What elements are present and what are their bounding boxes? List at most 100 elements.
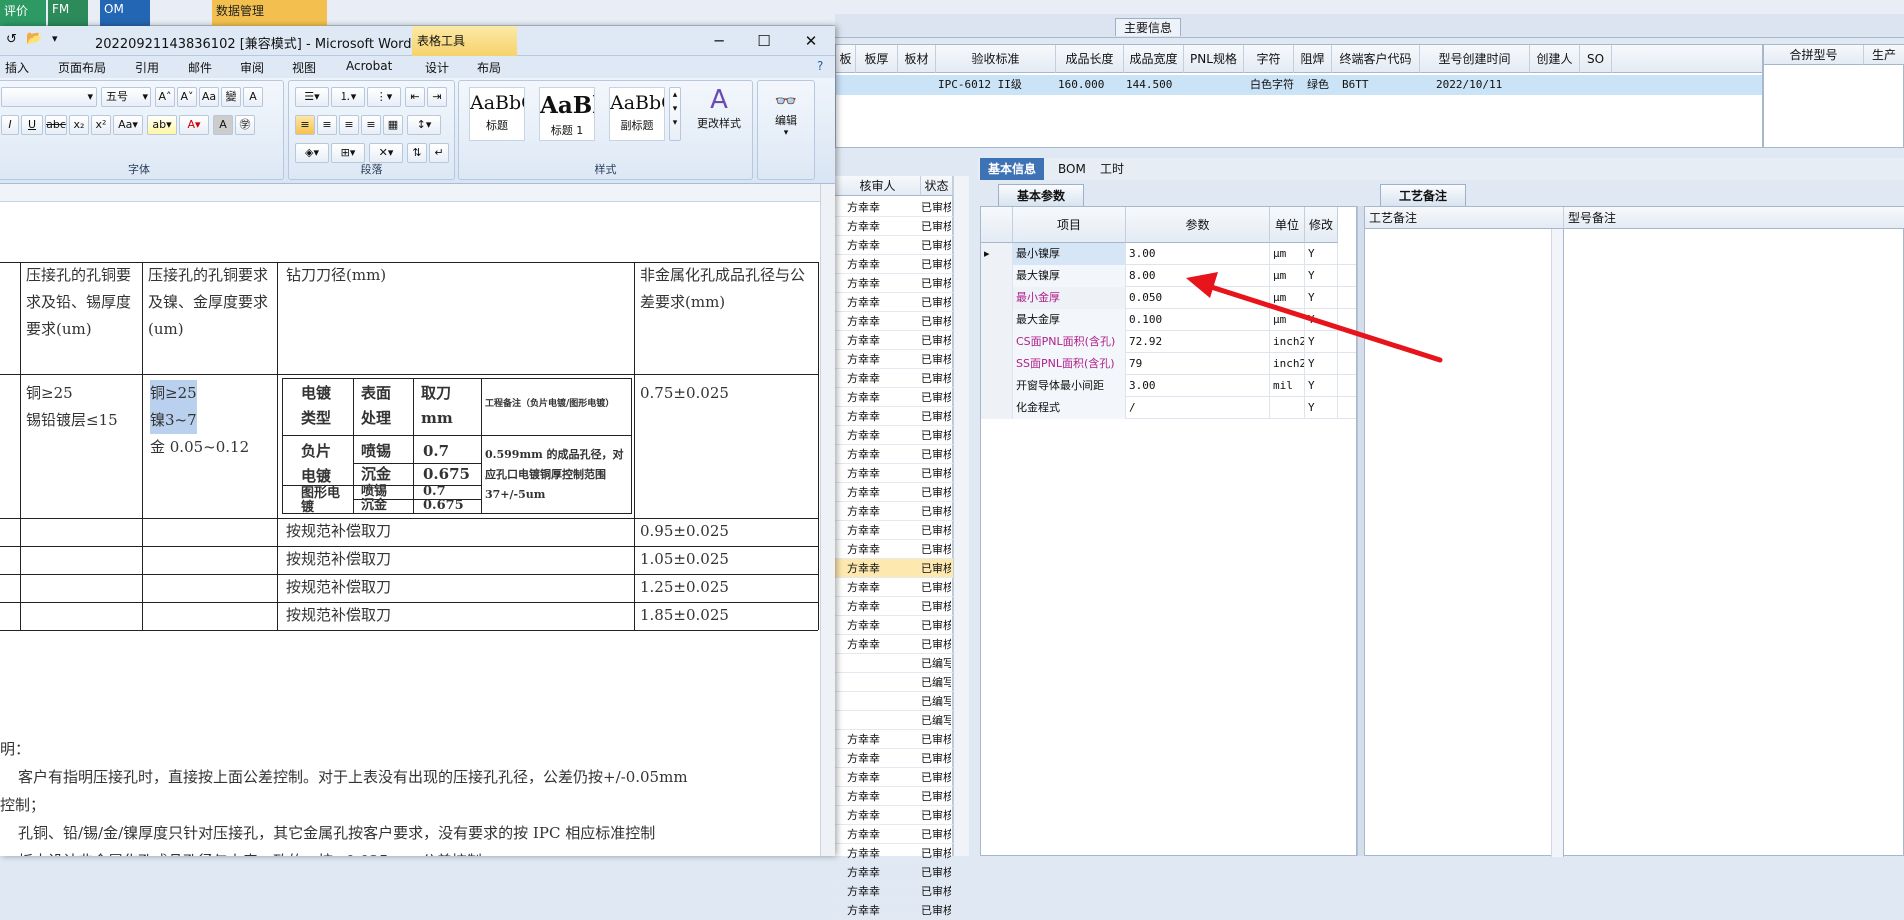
- combined-model-grid[interactable]: 合拼型号 生产: [1763, 44, 1904, 148]
- reviewer-row[interactable]: 方幸幸 已审核: [835, 274, 953, 293]
- col-header[interactable]: 字符: [1244, 45, 1294, 73]
- param-item[interactable]: 最大金厚: [1013, 309, 1126, 331]
- param-value[interactable]: 3.00: [1126, 243, 1270, 265]
- reviewer-row[interactable]: 已编写: [835, 673, 953, 692]
- param-value[interactable]: 0.100: [1126, 309, 1270, 331]
- minimize-icon[interactable]: ─: [705, 30, 733, 52]
- word-titlebar[interactable]: ↺ 📂 ▾ 20220921143836102 [兼容模式] - Microso…: [0, 26, 835, 56]
- param-row[interactable]: ▸ 最小镍厚 3.00 μm Y: [981, 243, 1356, 265]
- reviewer-row[interactable]: 方幸幸 已审核: [835, 730, 953, 749]
- reviewer-row[interactable]: 方幸幸 已审核: [835, 616, 953, 635]
- param-mod[interactable]: Y: [1305, 331, 1338, 353]
- row-header[interactable]: [981, 331, 1013, 353]
- style-subtitle[interactable]: AaBbC 副标题: [609, 87, 665, 141]
- highlight-icon[interactable]: ab▾: [147, 115, 177, 135]
- col-header[interactable]: SO: [1580, 45, 1612, 73]
- tab-work-hours[interactable]: 工时: [1092, 158, 1132, 180]
- cell-ni[interactable]: 镍3~7: [150, 407, 197, 434]
- reviewer-row[interactable]: 方幸幸 已审核: [835, 901, 953, 920]
- main-info-grid[interactable]: 板 板厚 板材 验收标准 成品长度 成品宽度 PNL规格 字符 阻焊 终端客户代…: [835, 44, 1763, 148]
- param-value[interactable]: 8.00: [1126, 265, 1270, 287]
- param-unit[interactable]: [1270, 397, 1305, 419]
- reviewer-row[interactable]: 方幸幸 已审核: [835, 749, 953, 768]
- col-header[interactable]: 修改: [1305, 207, 1338, 243]
- reviewer-row[interactable]: 方幸幸 已审核: [835, 407, 953, 426]
- reviewer-row[interactable]: 已编写: [835, 692, 953, 711]
- reviewer-row[interactable]: 方幸幸 已审核: [835, 787, 953, 806]
- justify-icon[interactable]: ≡: [361, 115, 381, 135]
- styles-scroll[interactable]: ▴ ▾ ▾: [669, 87, 681, 141]
- col-header[interactable]: 工艺备注: [1365, 207, 1564, 229]
- reviewer-row[interactable]: 方幸幸 已审核: [835, 255, 953, 274]
- tab-layout[interactable]: 布局: [477, 59, 501, 76]
- reviewer-row[interactable]: 方幸幸 已审核: [835, 844, 953, 863]
- param-unit[interactable]: μm: [1270, 287, 1305, 309]
- tab-acrobat[interactable]: Acrobat: [346, 59, 392, 73]
- close-icon[interactable]: ✕: [797, 30, 825, 52]
- document-scrollbar[interactable]: [820, 184, 835, 856]
- reviewer-row[interactable]: 方幸幸 已审核: [835, 293, 953, 312]
- cell-soldermask[interactable]: 绿色: [1307, 75, 1329, 95]
- reviewer-row[interactable]: 方幸幸 已审核: [835, 198, 953, 217]
- tab-references[interactable]: 引用: [135, 59, 159, 76]
- toolbar-icon-fm[interactable]: FM: [48, 0, 88, 26]
- cell-width[interactable]: 144.500: [1126, 75, 1172, 95]
- reviewer-row[interactable]: 方幸幸 已审核: [835, 236, 953, 255]
- param-unit[interactable]: μm: [1270, 265, 1305, 287]
- word-window[interactable]: ↺ 📂 ▾ 20220921143836102 [兼容模式] - Microso…: [0, 26, 835, 856]
- help-icon[interactable]: ?: [817, 59, 823, 73]
- param-row[interactable]: 最小金厚 0.050 μm Y: [981, 287, 1356, 309]
- strikethrough-icon[interactable]: abc: [45, 115, 67, 135]
- col-header[interactable]: 验收标准: [936, 45, 1056, 73]
- col-header[interactable]: 项目: [1013, 207, 1126, 243]
- italic-icon[interactable]: I: [1, 115, 19, 135]
- tab-design[interactable]: 设计: [425, 59, 449, 76]
- param-mod[interactable]: Y: [1305, 243, 1338, 265]
- col-header[interactable]: 板: [836, 45, 856, 73]
- reviewer-row[interactable]: 已编写: [835, 654, 953, 673]
- col-header[interactable]: 阻焊: [1294, 45, 1332, 73]
- param-mod[interactable]: Y: [1305, 397, 1338, 419]
- clear-format-icon[interactable]: Aa: [199, 87, 219, 107]
- param-mod[interactable]: Y: [1305, 375, 1338, 397]
- reviewer-row[interactable]: 方幸幸 已审核: [835, 559, 953, 578]
- chinese-layout-icon[interactable]: ✕▾: [369, 143, 403, 163]
- reviewer-row[interactable]: 方幸幸 已审核: [835, 388, 953, 407]
- tab-basic-info[interactable]: 基本信息: [980, 158, 1045, 180]
- reviewer-scrollbar[interactable]: [953, 176, 969, 856]
- params-grid[interactable]: 项目 参数 单位 修改 ▸ 最小镍厚 3.00 μm Y 最大镍厚 8.00 μm Y 最小金厚 0…: [980, 206, 1357, 856]
- param-item[interactable]: SS面PNL面积(含孔): [1013, 353, 1126, 375]
- param-row[interactable]: CS面PNL面积(含孔) 72.92 inch2 Y: [981, 331, 1356, 353]
- superscript-icon[interactable]: x²: [91, 115, 111, 135]
- reviewer-row[interactable]: 方幸幸 已审核: [835, 635, 953, 654]
- char-border-icon[interactable]: A: [243, 87, 263, 107]
- row-header[interactable]: [981, 375, 1013, 397]
- quick-access-dropdown-icon[interactable]: ▾: [52, 32, 58, 45]
- param-unit[interactable]: μm: [1270, 243, 1305, 265]
- line-spacing-icon[interactable]: ↕▾: [407, 115, 441, 135]
- style-heading1[interactable]: AaBl 标题 1: [539, 87, 595, 141]
- reviewer-row[interactable]: 方幸幸 已审核: [835, 312, 953, 331]
- param-unit[interactable]: inch2: [1270, 331, 1305, 353]
- param-item[interactable]: 开窗导体最小间距: [1013, 375, 1126, 397]
- param-mod[interactable]: Y: [1305, 309, 1338, 331]
- param-row[interactable]: 化金程式 / Y: [981, 397, 1356, 419]
- col-header[interactable]: 参数: [1126, 207, 1270, 243]
- param-value[interactable]: 0.050: [1126, 287, 1270, 309]
- col-header[interactable]: PNL规格: [1184, 45, 1244, 73]
- param-item[interactable]: 最大镍厚: [1013, 265, 1126, 287]
- param-unit[interactable]: inch2: [1270, 353, 1305, 375]
- col-header[interactable]: 型号创建时间: [1420, 45, 1530, 73]
- cell-length[interactable]: 160.000: [1058, 75, 1104, 95]
- col-header[interactable]: 核审人: [835, 176, 921, 196]
- param-row[interactable]: 最大镍厚 8.00 μm Y: [981, 265, 1356, 287]
- font-size-select[interactable]: 五号 ▾: [101, 87, 151, 107]
- enclose-char-icon[interactable]: ㊫: [235, 115, 255, 135]
- table-tools-tab[interactable]: 表格工具: [412, 26, 517, 56]
- col-header[interactable]: 终端客户代码: [1332, 45, 1420, 73]
- param-value[interactable]: 72.92: [1126, 331, 1270, 353]
- sort-icon[interactable]: ⇅: [407, 143, 427, 163]
- row-header[interactable]: [981, 287, 1013, 309]
- reviewer-row[interactable]: 方幸幸 已审核: [835, 369, 953, 388]
- param-value[interactable]: 3.00: [1126, 375, 1270, 397]
